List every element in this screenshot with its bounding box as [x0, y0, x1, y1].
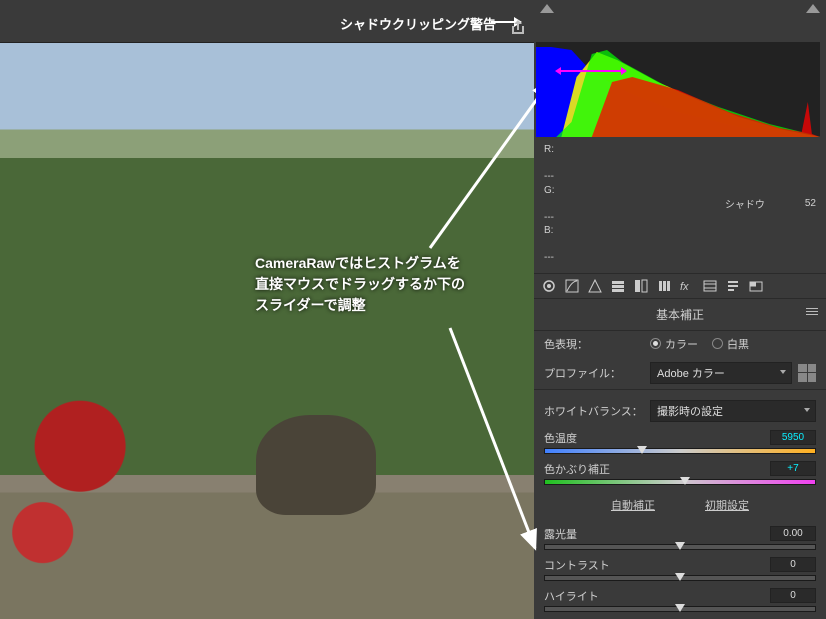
radio-label: 白黒 — [727, 336, 749, 352]
histogram[interactable] — [536, 42, 820, 137]
tab-presets-icon[interactable] — [726, 279, 740, 293]
shadow-clipping-label: シャドウクリッピング警告 — [340, 14, 496, 33]
histogram-drag-indicator-icon — [561, 70, 621, 72]
tint-track[interactable] — [544, 479, 816, 485]
tab-detail-icon[interactable] — [588, 279, 602, 293]
radio-label: カラー — [665, 336, 698, 352]
shadow-clip-warning-icon[interactable] — [540, 4, 554, 13]
treatment-label: 色表現： — [544, 336, 644, 352]
slider-label: 色温度 — [544, 430, 577, 446]
adjustments-panel: R: --- G: --- B: --- シャドウ 52 fx 基本補正 — [534, 42, 826, 619]
tab-calibration-icon[interactable] — [703, 279, 717, 293]
section-title: 基本補正 — [534, 299, 826, 331]
temperature-value[interactable]: 5950 — [770, 430, 816, 445]
exposure-track[interactable] — [544, 544, 816, 550]
slider-label: コントラスト — [544, 557, 610, 573]
tab-fx-icon[interactable]: fx — [680, 279, 694, 293]
slider-thumb[interactable] — [675, 573, 685, 581]
annotation-text: CameraRawではヒストグラムを 直接マウスでドラッグするか下の スライダー… — [255, 253, 465, 316]
profile-value: Adobe カラー — [657, 368, 725, 380]
annotation-arrow-icon — [440, 323, 540, 553]
tint-value[interactable]: +7 — [770, 461, 816, 476]
annotation-line: 直接マウスでドラッグするか下の — [255, 274, 465, 295]
tab-hsl-icon[interactable] — [611, 279, 625, 293]
slider-label: 色かぶり補正 — [544, 461, 610, 477]
tab-basic-icon[interactable] — [542, 279, 556, 293]
region-value: 52 — [805, 198, 816, 209]
profile-select[interactable]: Adobe カラー — [650, 362, 792, 384]
default-button[interactable]: 初期設定 — [705, 497, 749, 513]
preview-image[interactable]: CameraRawではヒストグラムを 直接マウスでドラッグするか下の スライダー… — [0, 42, 534, 619]
tab-snapshots-icon[interactable] — [749, 279, 763, 293]
tab-curve-icon[interactable] — [565, 279, 579, 293]
annotation-line: スライダーで調整 — [255, 295, 465, 316]
b-label: B: — [544, 224, 555, 238]
rgb-readout: R: --- G: --- B: --- シャドウ 52 — [534, 139, 826, 273]
export-icon[interactable] — [510, 20, 526, 36]
wb-select[interactable]: 撮影時の設定 — [650, 400, 816, 422]
contrast-track[interactable] — [544, 575, 816, 581]
profile-row: プロファイル： Adobe カラー — [534, 357, 826, 389]
slider-label: ハイライト — [544, 588, 599, 604]
tab-lens-icon[interactable] — [657, 279, 671, 293]
g-label: G: — [544, 184, 555, 198]
r-label: R: — [544, 143, 555, 157]
slider-label: 露光量 — [544, 526, 577, 542]
auto-default-row: 自動補正 初期設定 — [534, 489, 826, 523]
shadows-slider: シャドウ +52 — [534, 616, 826, 619]
contrast-slider: コントラスト 0 — [534, 554, 826, 585]
contrast-value[interactable]: 0 — [770, 557, 816, 572]
topbar: シャドウクリッピング警告 — [0, 0, 826, 42]
profile-browser-icon[interactable] — [798, 364, 816, 382]
exposure-value[interactable]: 0.00 — [770, 526, 816, 541]
b-value: --- — [544, 251, 555, 265]
tab-strip: fx — [534, 273, 826, 299]
highlight-clip-warning-icon[interactable] — [806, 4, 820, 13]
temperature-track[interactable] — [544, 448, 816, 454]
wb-value: 撮影時の設定 — [657, 406, 723, 418]
slider-thumb[interactable] — [637, 446, 647, 454]
slider-thumb[interactable] — [675, 604, 685, 612]
region-name: シャドウ — [725, 196, 765, 211]
panel-menu-icon[interactable] — [806, 308, 818, 317]
histogram-chart — [536, 42, 820, 137]
exposure-slider: 露光量 0.00 — [534, 523, 826, 554]
tint-slider: 色かぶり補正 +7 — [534, 458, 826, 489]
svg-text:fx: fx — [680, 281, 689, 293]
treatment-color-radio[interactable]: カラー — [650, 336, 698, 352]
highlights-slider: ハイライト 0 — [534, 585, 826, 616]
temperature-slider: 色温度 5950 — [534, 427, 826, 458]
wb-label: ホワイトバランス： — [544, 403, 644, 419]
auto-button[interactable]: 自動補正 — [611, 497, 655, 513]
highlights-value[interactable]: 0 — [770, 588, 816, 603]
main-area: CameraRawではヒストグラムを 直接マウスでドラッグするか下の スライダー… — [0, 42, 826, 619]
r-value: --- — [544, 170, 555, 184]
slider-thumb[interactable] — [675, 542, 685, 550]
section-title-text: 基本補正 — [656, 308, 704, 322]
photo-rock — [256, 415, 376, 515]
treatment-bw-radio[interactable]: 白黒 — [712, 336, 749, 352]
tab-split-icon[interactable] — [634, 279, 648, 293]
treatment-row: 色表現： カラー 白黒 — [534, 331, 826, 357]
slider-thumb[interactable] — [680, 477, 690, 485]
profile-label: プロファイル： — [544, 365, 644, 381]
highlights-track[interactable] — [544, 606, 816, 612]
wb-row: ホワイトバランス： 撮影時の設定 — [534, 389, 826, 427]
g-value: --- — [544, 211, 555, 225]
annotation-line: CameraRawではヒストグラムを — [255, 253, 465, 274]
